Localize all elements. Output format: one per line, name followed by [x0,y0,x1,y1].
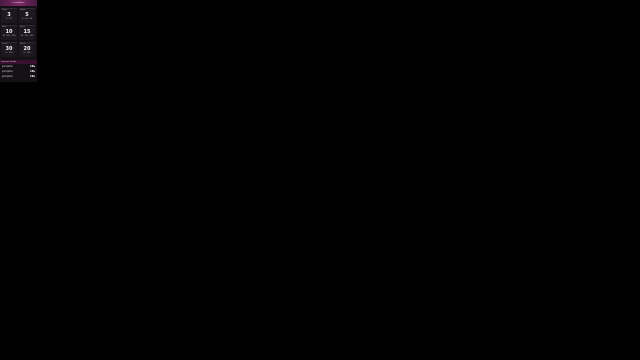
tile-days[interactable]: Days 3 2 - 12 [1,8,17,23]
tile-mins[interactable]: Mins 10 10 - 40 - 100 [1,25,17,40]
tile-level[interactable]: Level 30 6 - 120 [1,42,17,57]
tile-range: 15 - 30 - 150 [20,35,34,37]
tile-hours[interactable]: Hours 5 4 - 15 - 20 [19,8,35,23]
stats-panel: Countdown Days 3 2 - 12 Hours 5 4 - 15 -… [0,0,37,82]
tile-range: 4 - 15 - 20 [21,18,33,20]
tile-range: 2 - 12 [6,18,12,20]
list-item-label: pumpkin [2,75,13,78]
tile-range: 6 - 100 [23,52,31,54]
list-item-qty: 18s [30,75,35,78]
tile-secs[interactable]: Secs 15 15 - 30 - 150 [19,25,35,40]
tile-grid: Days 3 2 - 12 Hours 5 4 - 15 - 20 Mins 1… [0,6,37,58]
tile-range: 6 - 120 [5,52,13,54]
tile-rank[interactable]: Rank 20 6 - 100 [19,42,35,57]
tile-range: 10 - 40 - 100 [2,35,16,37]
list-item[interactable]: pumpkin 18s [0,74,37,79]
